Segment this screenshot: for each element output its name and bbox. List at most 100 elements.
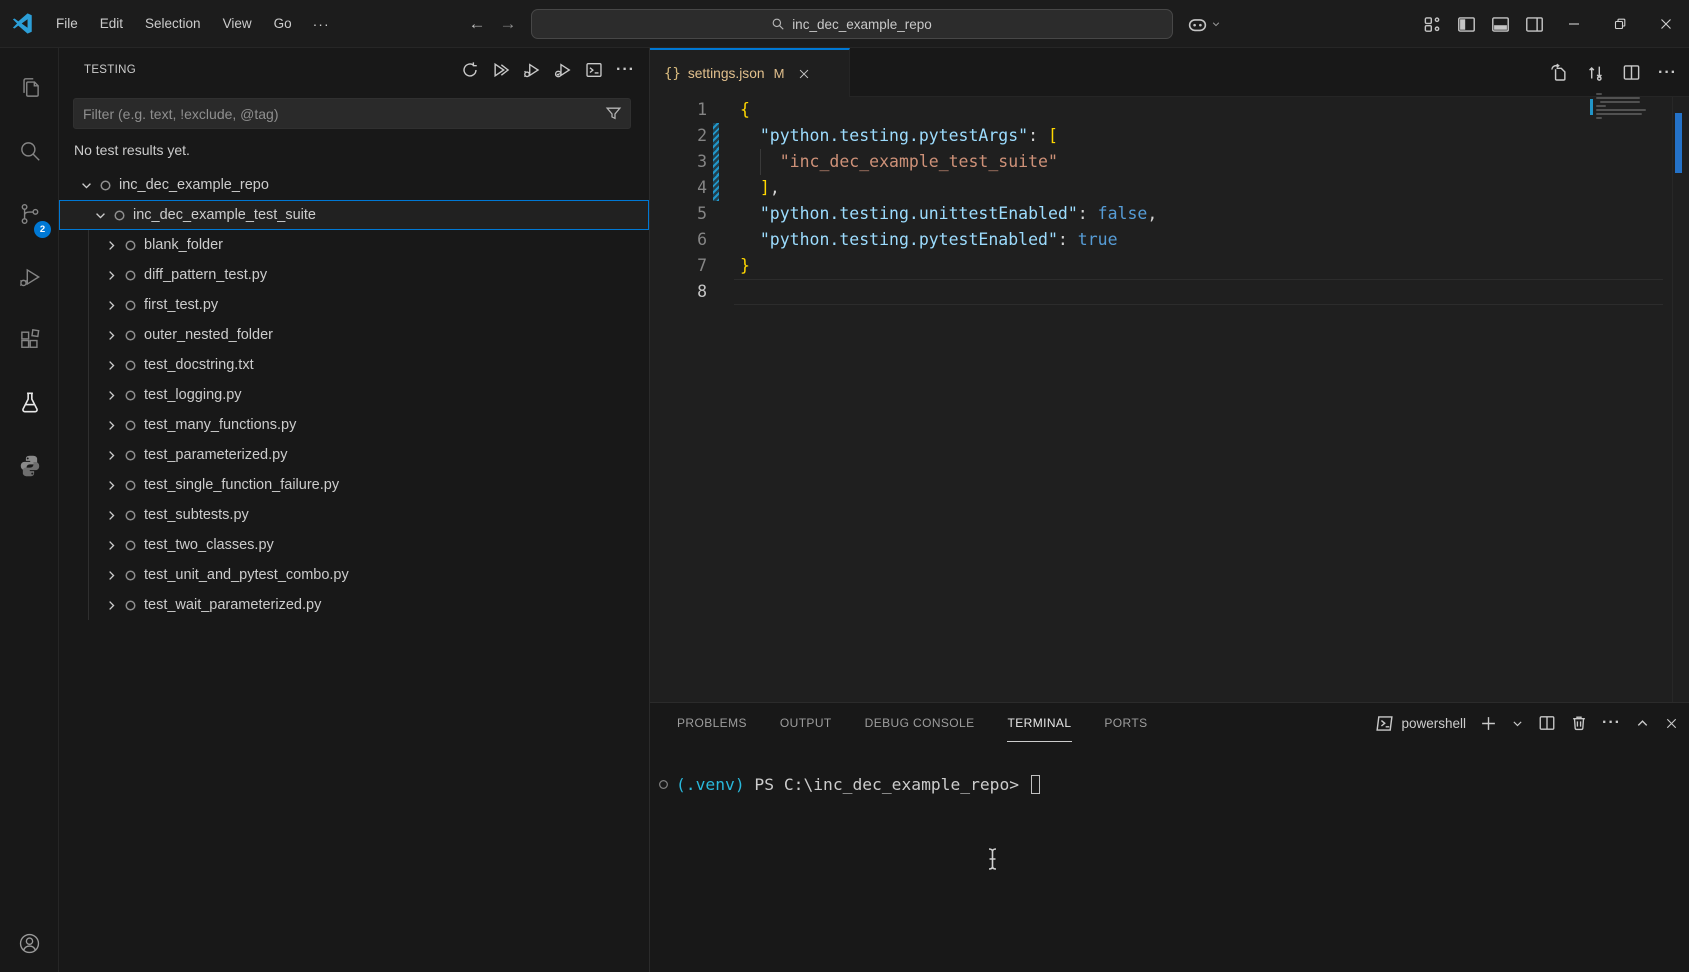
test-tree-item-test_wait_parameterized.py[interactable]: test_wait_parameterized.py [59, 590, 649, 620]
code-line-4[interactable]: 4 ], [650, 175, 1689, 201]
run-tests-with-coverage-icon[interactable] [554, 61, 572, 79]
test-tree-item-test_many_functions.py[interactable]: test_many_functions.py [59, 410, 649, 440]
test-tree-item-test_parameterized.py[interactable]: test_parameterized.py [59, 440, 649, 470]
code-line-1[interactable]: 1{ [650, 97, 1689, 123]
test-tree-item-inc_dec_example_test_suite[interactable]: inc_dec_example_test_suite [59, 200, 649, 230]
test-tree-item-test_logging.py[interactable]: test_logging.py [59, 380, 649, 410]
code-line-2[interactable]: 2 "python.testing.pytestArgs": [ [650, 123, 1689, 149]
code-line-7[interactable]: 7} [650, 253, 1689, 279]
kill-terminal-icon[interactable] [1570, 714, 1588, 732]
chevron-right-icon[interactable] [102, 447, 120, 463]
chevron-right-icon[interactable] [102, 477, 120, 493]
testing-icon[interactable] [0, 377, 59, 429]
more-actions-icon[interactable]: ··· [1658, 64, 1677, 82]
tab-settings-json[interactable]: {} settings.json M [650, 48, 850, 97]
show-test-output-icon[interactable] [585, 61, 603, 79]
debug-all-tests-icon[interactable] [523, 61, 541, 79]
account-icon[interactable] [0, 920, 59, 966]
chevron-right-icon[interactable] [102, 507, 120, 523]
open-changes-icon[interactable] [1550, 63, 1569, 82]
test-pending-circle-icon [124, 269, 137, 282]
overview-ruler-modified-marks[interactable] [1675, 113, 1682, 173]
title-bar: FileEditSelectionViewGo ··· ← → inc_dec_… [0, 0, 1689, 48]
test-tree-item-test_two_classes.py[interactable]: test_two_classes.py [59, 530, 649, 560]
test-tree-item-test_single_function_failure.py[interactable]: test_single_function_failure.py [59, 470, 649, 500]
toggle-primary-sidebar-icon[interactable] [1449, 0, 1483, 48]
command-decoration-icon[interactable] [658, 779, 669, 790]
run-all-tests-icon[interactable] [492, 61, 510, 79]
venv-prefix: (.venv) [676, 775, 745, 794]
maximize-panel-icon[interactable] [1635, 716, 1650, 731]
copilot-menu[interactable] [1187, 14, 1221, 35]
chevron-right-icon[interactable] [102, 567, 120, 583]
chevron-right-icon[interactable] [102, 357, 120, 373]
restore-window-icon[interactable] [1597, 0, 1643, 48]
source-control-icon[interactable]: 2 [0, 188, 59, 240]
menu-view[interactable]: View [212, 12, 263, 35]
test-tree-item-first_test.py[interactable]: first_test.py [59, 290, 649, 320]
navigate-forward-icon[interactable]: → [500, 14, 517, 34]
menu-edit[interactable]: Edit [89, 12, 134, 35]
test-tree-item-outer_nested_folder[interactable]: outer_nested_folder [59, 320, 649, 350]
close-panel-icon[interactable] [1664, 716, 1679, 731]
chevron-down-icon[interactable] [77, 177, 95, 193]
code-line-8[interactable]: 8 [650, 279, 1689, 305]
chevron-right-icon[interactable] [102, 597, 120, 613]
test-filter-input[interactable] [83, 106, 605, 122]
test-tree-item-inc_dec_example_repo[interactable]: inc_dec_example_repo [59, 170, 649, 200]
chevron-right-icon[interactable] [102, 387, 120, 403]
test-tree-item-test_docstring.txt[interactable]: test_docstring.txt [59, 350, 649, 380]
split-terminal-icon[interactable] [1538, 714, 1556, 732]
panel-tab-output[interactable]: OUTPUT [779, 705, 833, 742]
minimap[interactable] [1596, 93, 1648, 121]
navigate-back-icon[interactable]: ← [469, 14, 486, 34]
code-line-3[interactable]: 3 "inc_dec_example_test_suite" [650, 149, 1689, 175]
chevron-right-icon[interactable] [102, 267, 120, 283]
test-tree-item-test_subtests.py[interactable]: test_subtests.py [59, 500, 649, 530]
terminal[interactable]: (.venv) PS C:\inc_dec_example_repo> [650, 743, 1689, 794]
test-tree-item-blank_folder[interactable]: blank_folder [59, 230, 649, 260]
chevron-right-icon[interactable] [102, 417, 120, 433]
tab-close-icon[interactable] [797, 67, 811, 81]
test-pending-circle-icon [124, 359, 137, 372]
code-line-6[interactable]: 6 "python.testing.pytestEnabled": true [650, 227, 1689, 253]
toggle-panel-icon[interactable] [1483, 0, 1517, 48]
chevron-right-icon[interactable] [102, 297, 120, 313]
test-tree-item-diff_pattern_test.py[interactable]: diff_pattern_test.py [59, 260, 649, 290]
close-window-icon[interactable] [1643, 0, 1689, 48]
toggle-secondary-sidebar-icon[interactable] [1517, 0, 1551, 48]
menu-selection[interactable]: Selection [134, 12, 212, 35]
more-actions-icon[interactable]: ··· [616, 61, 635, 79]
explorer-icon[interactable] [0, 62, 59, 114]
panel-tab-ports[interactable]: PORTS [1103, 705, 1148, 742]
chevron-right-icon[interactable] [102, 537, 120, 553]
menu-overflow-icon[interactable]: ··· [303, 12, 340, 36]
customize-layout-icon[interactable] [1415, 0, 1449, 48]
chevron-right-icon[interactable] [102, 327, 120, 343]
split-editor-icon[interactable] [1622, 63, 1641, 82]
code-line-5[interactable]: 5 "python.testing.unittestEnabled": fals… [650, 201, 1689, 227]
refresh-tests-icon[interactable] [461, 61, 479, 79]
launch-profile-chevron-icon[interactable] [1511, 717, 1524, 730]
test-tree-item-test_unit_and_pytest_combo.py[interactable]: test_unit_and_pytest_combo.py [59, 560, 649, 590]
menu-file[interactable]: File [45, 12, 89, 35]
command-center-search[interactable]: inc_dec_example_repo [531, 9, 1173, 39]
search-view-icon[interactable] [0, 125, 59, 177]
extensions-icon[interactable] [0, 314, 59, 366]
chevron-down-icon[interactable] [91, 207, 109, 223]
code-editor[interactable]: 1{2 "python.testing.pytestArgs": [3 "inc… [650, 97, 1689, 702]
git-compare-icon[interactable] [1586, 63, 1605, 82]
more-actions-icon[interactable]: ··· [1602, 714, 1621, 732]
python-icon[interactable] [0, 440, 59, 492]
panel-tab-problems[interactable]: PROBLEMS [676, 705, 748, 742]
menu-go[interactable]: Go [263, 12, 303, 35]
tree-item-label: test_parameterized.py [144, 447, 287, 463]
run-and-debug-icon[interactable] [0, 251, 59, 303]
terminal-shell-chip[interactable]: powershell [1375, 714, 1466, 733]
new-terminal-icon[interactable] [1480, 715, 1497, 732]
minimize-window-icon[interactable] [1551, 0, 1597, 48]
filter-icon[interactable] [605, 105, 622, 122]
chevron-right-icon[interactable] [102, 237, 120, 253]
panel-tab-debug-console[interactable]: DEBUG CONSOLE [864, 705, 976, 742]
panel-tab-terminal[interactable]: TERMINAL [1007, 705, 1073, 742]
